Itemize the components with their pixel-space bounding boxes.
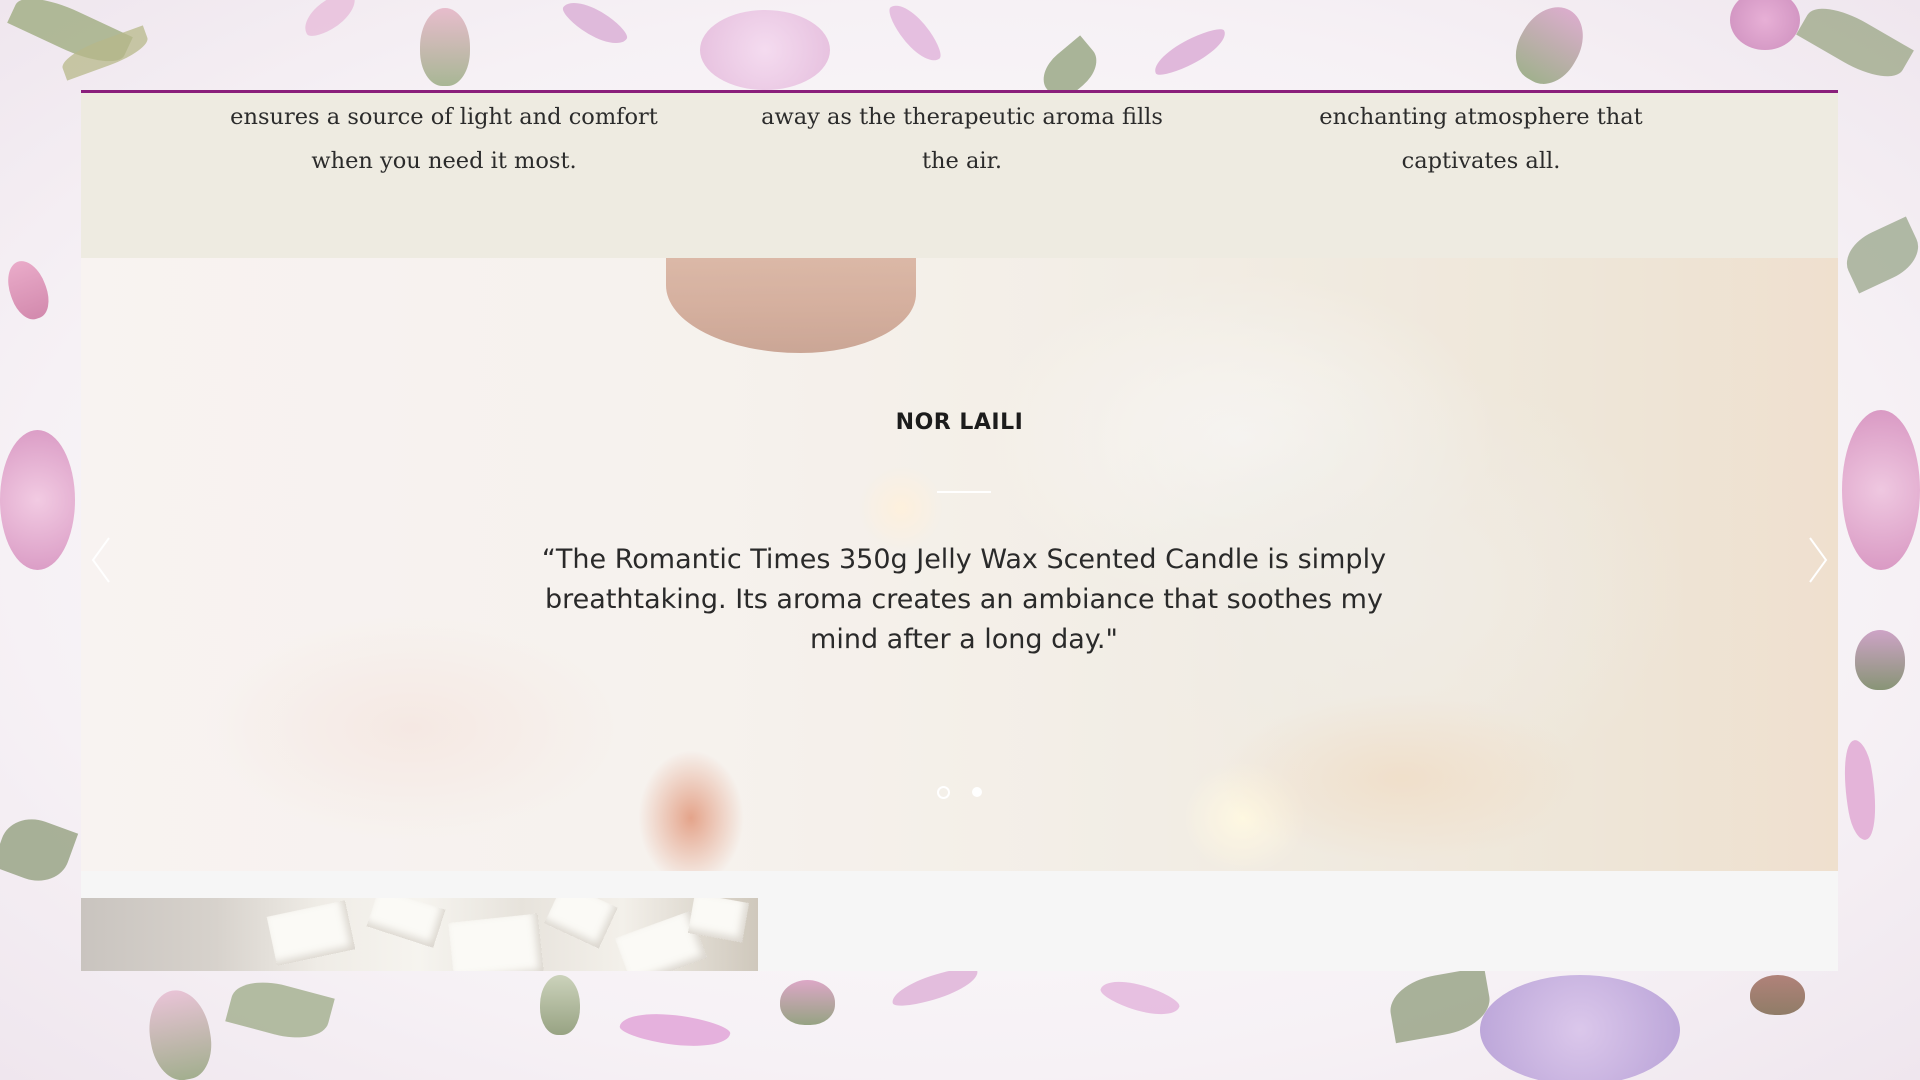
testimonial-author: NOR LAILI [895, 410, 1024, 435]
slide-dot-1[interactable] [937, 786, 950, 799]
page-content: ensures a source of light and comfort wh… [81, 90, 1838, 971]
next-slide-button[interactable] [1798, 530, 1838, 590]
feature-description: ensures a source of light and comfort wh… [230, 104, 658, 174]
divider [937, 491, 991, 493]
feature-description: away as the therapeutic aroma fills the … [761, 104, 1163, 174]
slide-pagination [81, 786, 1838, 799]
features-strip: ensures a source of light and comfort wh… [81, 90, 1838, 258]
slide-dot-2[interactable] [972, 787, 982, 797]
chevron-left-icon [91, 537, 110, 583]
testimonial-quote: “The Romantic Times 350g Jelly Wax Scent… [541, 544, 1387, 655]
testimonial-slideshow: NOR LAILI “The Romantic Times 350g Jelly… [81, 258, 1838, 871]
next-section [81, 871, 1838, 971]
previous-slide-button[interactable] [81, 530, 121, 590]
wax-flakes-image [81, 898, 758, 971]
chevron-right-icon [1809, 537, 1828, 583]
feature-description: enchanting atmosphere that captivates al… [1319, 104, 1643, 174]
